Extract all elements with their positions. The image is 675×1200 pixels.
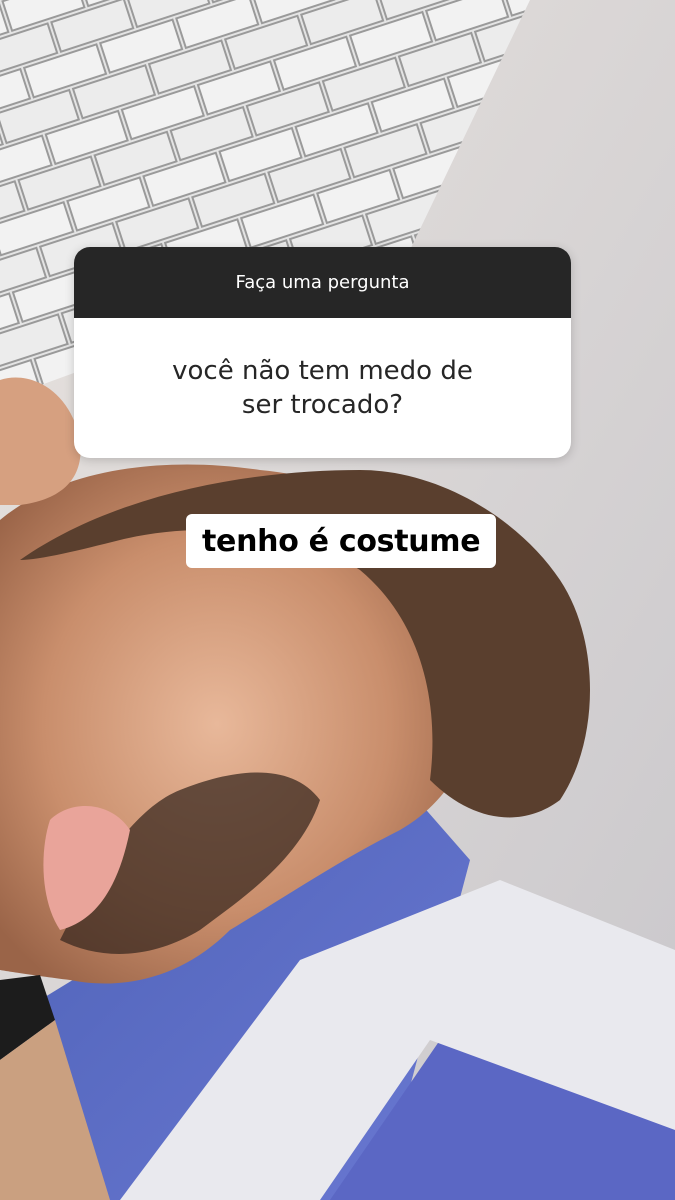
question-sticker-body: você não tem medo de ser trocado? [74,318,571,458]
question-sticker[interactable]: Faça uma pergunta você não tem medo de s… [74,247,571,458]
question-sticker-title: Faça uma pergunta [235,272,410,293]
background-photo [0,0,675,1200]
answer-caption: tenho é costume [186,514,497,568]
question-sticker-header: Faça uma pergunta [74,247,571,318]
question-text: você não tem medo de ser trocado? [172,356,473,420]
